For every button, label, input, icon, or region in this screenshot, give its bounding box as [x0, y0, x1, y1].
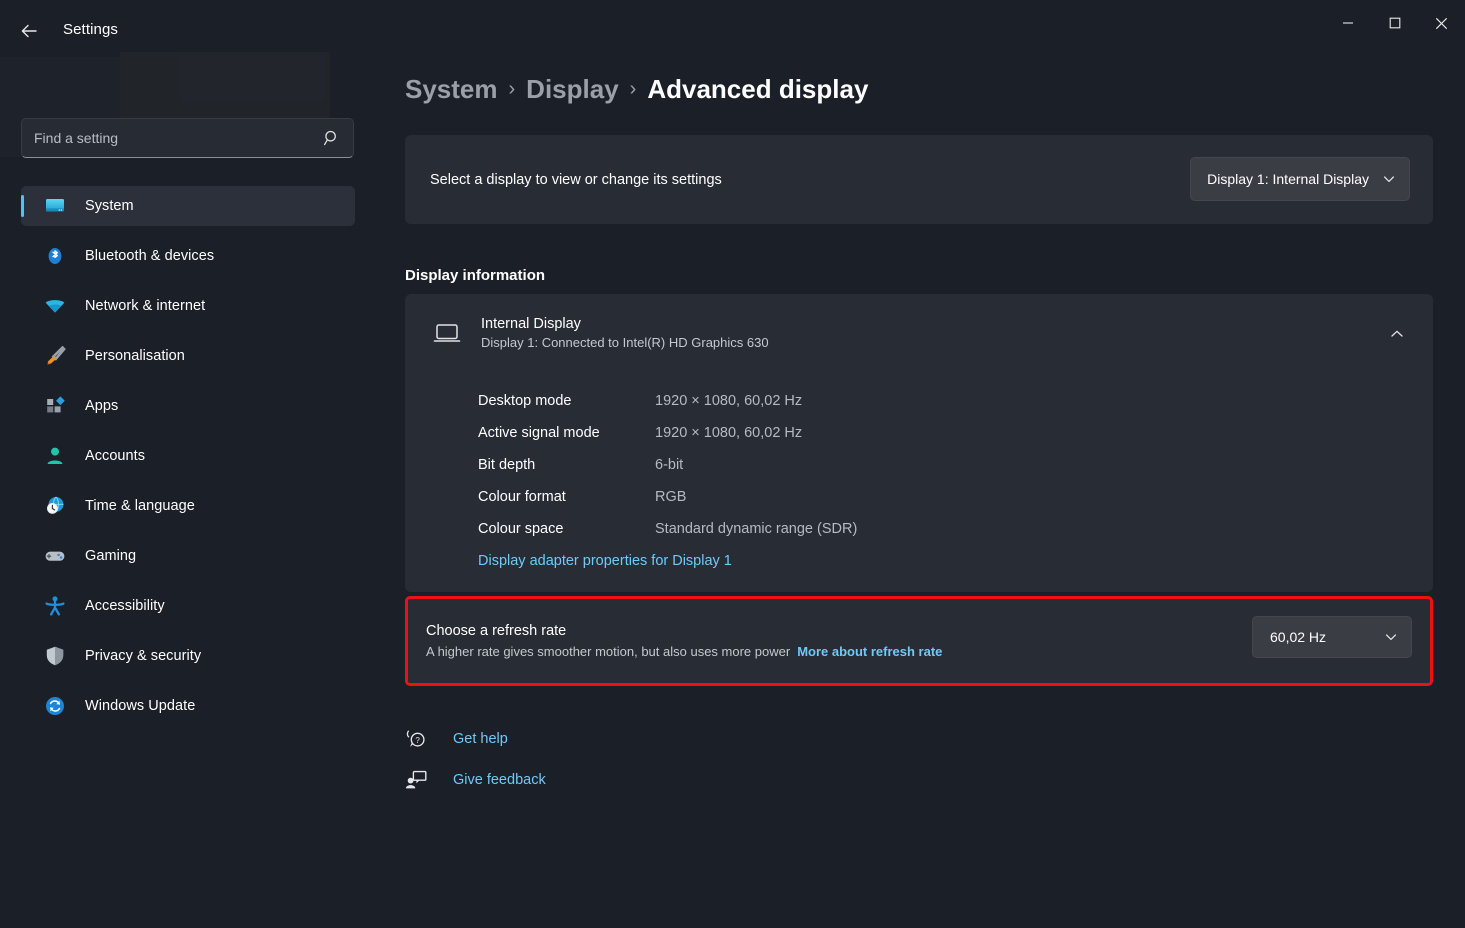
title-bar: Settings [0, 0, 1465, 60]
info-value: 6-bit [655, 457, 684, 473]
display-information-rows: Desktop mode 1920 × 1080, 60,02 Hz Activ… [405, 372, 1433, 570]
get-help-label: Get help [453, 730, 508, 747]
info-row: Active signal mode 1920 × 1080, 60,02 Hz [478, 417, 1433, 449]
help-bubble-icon: ? [406, 730, 425, 747]
close-button[interactable] [1418, 0, 1465, 46]
more-about-refresh-rate-link[interactable]: More about refresh rate [797, 644, 942, 659]
app-title: Settings [63, 21, 118, 38]
display-select-value: Display 1: Internal Display [1207, 171, 1369, 187]
refresh-rate-title: Choose a refresh rate [426, 623, 567, 639]
info-row: Colour space Standard dynamic range (SDR… [478, 513, 1433, 545]
info-value: Standard dynamic range (SDR) [655, 521, 858, 537]
display-subtitle: Display 1: Connected to Intel(R) HD Grap… [481, 335, 769, 350]
give-feedback-label: Give feedback [453, 771, 546, 788]
sidebar [0, 60, 372, 928]
info-value: RGB [655, 489, 687, 505]
refresh-rate-dropdown[interactable]: 60,02 Hz [1252, 616, 1412, 658]
section-title-display-information: Display information [405, 267, 546, 284]
display-select-dropdown[interactable]: Display 1: Internal Display [1190, 157, 1410, 201]
info-key: Bit depth [478, 457, 536, 473]
feedback-person-icon [405, 770, 427, 788]
display-information-header[interactable]: Internal Display Display 1: Connected to… [405, 294, 1433, 372]
collapse-toggle-button[interactable] [1381, 318, 1413, 350]
info-key: Desktop mode [478, 393, 572, 409]
breadcrumb-system[interactable]: System [405, 74, 498, 105]
minimize-icon [1342, 22, 1353, 24]
refresh-rate-description: A higher rate gives smoother motion, but… [426, 644, 942, 659]
refresh-rate-value: 60,02 Hz [1270, 629, 1327, 645]
info-key: Colour format [478, 489, 566, 505]
info-key: Active signal mode [478, 425, 600, 441]
refresh-rate-description-text: A higher rate gives smoother motion, but… [426, 644, 791, 659]
breadcrumb-separator: › [629, 78, 637, 100]
info-row: Colour format RGB [478, 481, 1433, 513]
maximize-icon [1389, 17, 1400, 29]
breadcrumb-separator: › [508, 78, 516, 100]
info-value: 1920 × 1080, 60,02 Hz [655, 425, 803, 441]
back-button[interactable] [12, 14, 46, 48]
breadcrumb: System › Display › Advanced display [405, 74, 868, 105]
page-title: Advanced display [647, 74, 869, 104]
display-information-card: Internal Display Display 1: Connected to… [405, 294, 1433, 592]
info-row: Bit depth 6-bit [478, 449, 1433, 481]
minimize-button[interactable] [1324, 0, 1371, 46]
chevron-up-icon [1391, 330, 1403, 337]
display-selector-label: Select a display to view or change its s… [430, 171, 722, 188]
display-name: Internal Display [481, 316, 581, 332]
get-help-link[interactable]: ? Get help [405, 718, 546, 759]
info-row: Desktop mode 1920 × 1080, 60,02 Hz [478, 385, 1433, 417]
footer-links: ? Get help Give feedback [405, 718, 546, 800]
display-selector-card: Select a display to view or change its s… [405, 135, 1433, 224]
chevron-down-icon [1383, 176, 1395, 183]
laptop-monitor-icon [433, 324, 461, 342]
give-feedback-link[interactable]: Give feedback [405, 759, 546, 800]
maximize-button[interactable] [1371, 0, 1418, 46]
main-content: System › Display › Advanced display Sele… [372, 46, 1465, 928]
back-arrow-icon [21, 24, 37, 38]
chevron-down-icon [1385, 634, 1397, 641]
svg-text:?: ? [415, 735, 420, 744]
refresh-rate-card: Choose a refresh rate A higher rate give… [405, 596, 1433, 686]
info-value: 1920 × 1080, 60,02 Hz [655, 393, 803, 409]
close-icon [1435, 17, 1448, 29]
window-controls [1324, 0, 1465, 46]
info-key: Colour space [478, 521, 564, 537]
display-adapter-properties-link[interactable]: Display adapter properties for Display 1 [478, 553, 732, 569]
breadcrumb-display[interactable]: Display [526, 74, 619, 105]
